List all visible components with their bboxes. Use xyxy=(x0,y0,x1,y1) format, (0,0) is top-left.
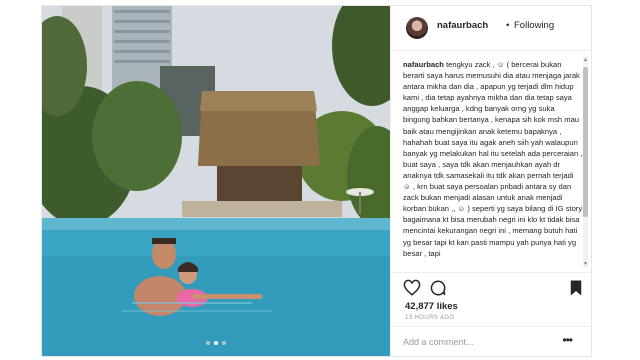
post-photo[interactable] xyxy=(42,6,390,356)
more-options-button[interactable]: ••• xyxy=(562,333,573,347)
instagram-post: nafaurbach • Following nafaurbach tengky… xyxy=(41,5,592,357)
post-side-panel: nafaurbach • Following nafaurbach tengky… xyxy=(390,6,591,356)
caption-text: tengkyu zack , ☺ ( bercerai bukan berart… xyxy=(403,60,583,258)
heart-outline-icon[interactable] xyxy=(403,279,421,297)
post-header: nafaurbach • Following xyxy=(391,6,591,51)
post-timestamp: 13 HOURS AGO xyxy=(405,315,455,321)
carousel-dots xyxy=(42,332,390,350)
following-button[interactable]: Following xyxy=(514,20,554,31)
bookmark-filled-icon[interactable] xyxy=(567,279,585,297)
scroll-down-icon[interactable]: ▼ xyxy=(583,261,588,267)
comment-input[interactable] xyxy=(403,335,553,349)
carousel-dot[interactable] xyxy=(206,341,210,345)
scrollbar-thumb[interactable] xyxy=(583,67,588,217)
avatar[interactable] xyxy=(406,17,428,39)
header-separator: • xyxy=(506,20,510,31)
scroll-up-icon[interactable]: ▲ xyxy=(583,57,588,63)
post-caption: nafaurbach tengkyu zack , ☺ ( bercerai b… xyxy=(403,59,583,259)
add-comment-bar: ••• xyxy=(391,326,591,356)
comments-scrollbar[interactable]: ▲ ▼ xyxy=(583,57,588,267)
post-actions xyxy=(391,272,591,301)
caption-username[interactable]: nafaurbach xyxy=(403,60,444,69)
speech-bubble-icon[interactable] xyxy=(429,279,447,297)
carousel-dot-active[interactable] xyxy=(214,341,218,345)
pool-scene-image xyxy=(42,6,390,356)
like-count[interactable]: 42,877 likes xyxy=(405,301,458,312)
comments-area: nafaurbach tengkyu zack , ☺ ( bercerai b… xyxy=(391,51,591,271)
carousel-dot[interactable] xyxy=(222,341,226,345)
header-username[interactable]: nafaurbach xyxy=(437,20,488,31)
